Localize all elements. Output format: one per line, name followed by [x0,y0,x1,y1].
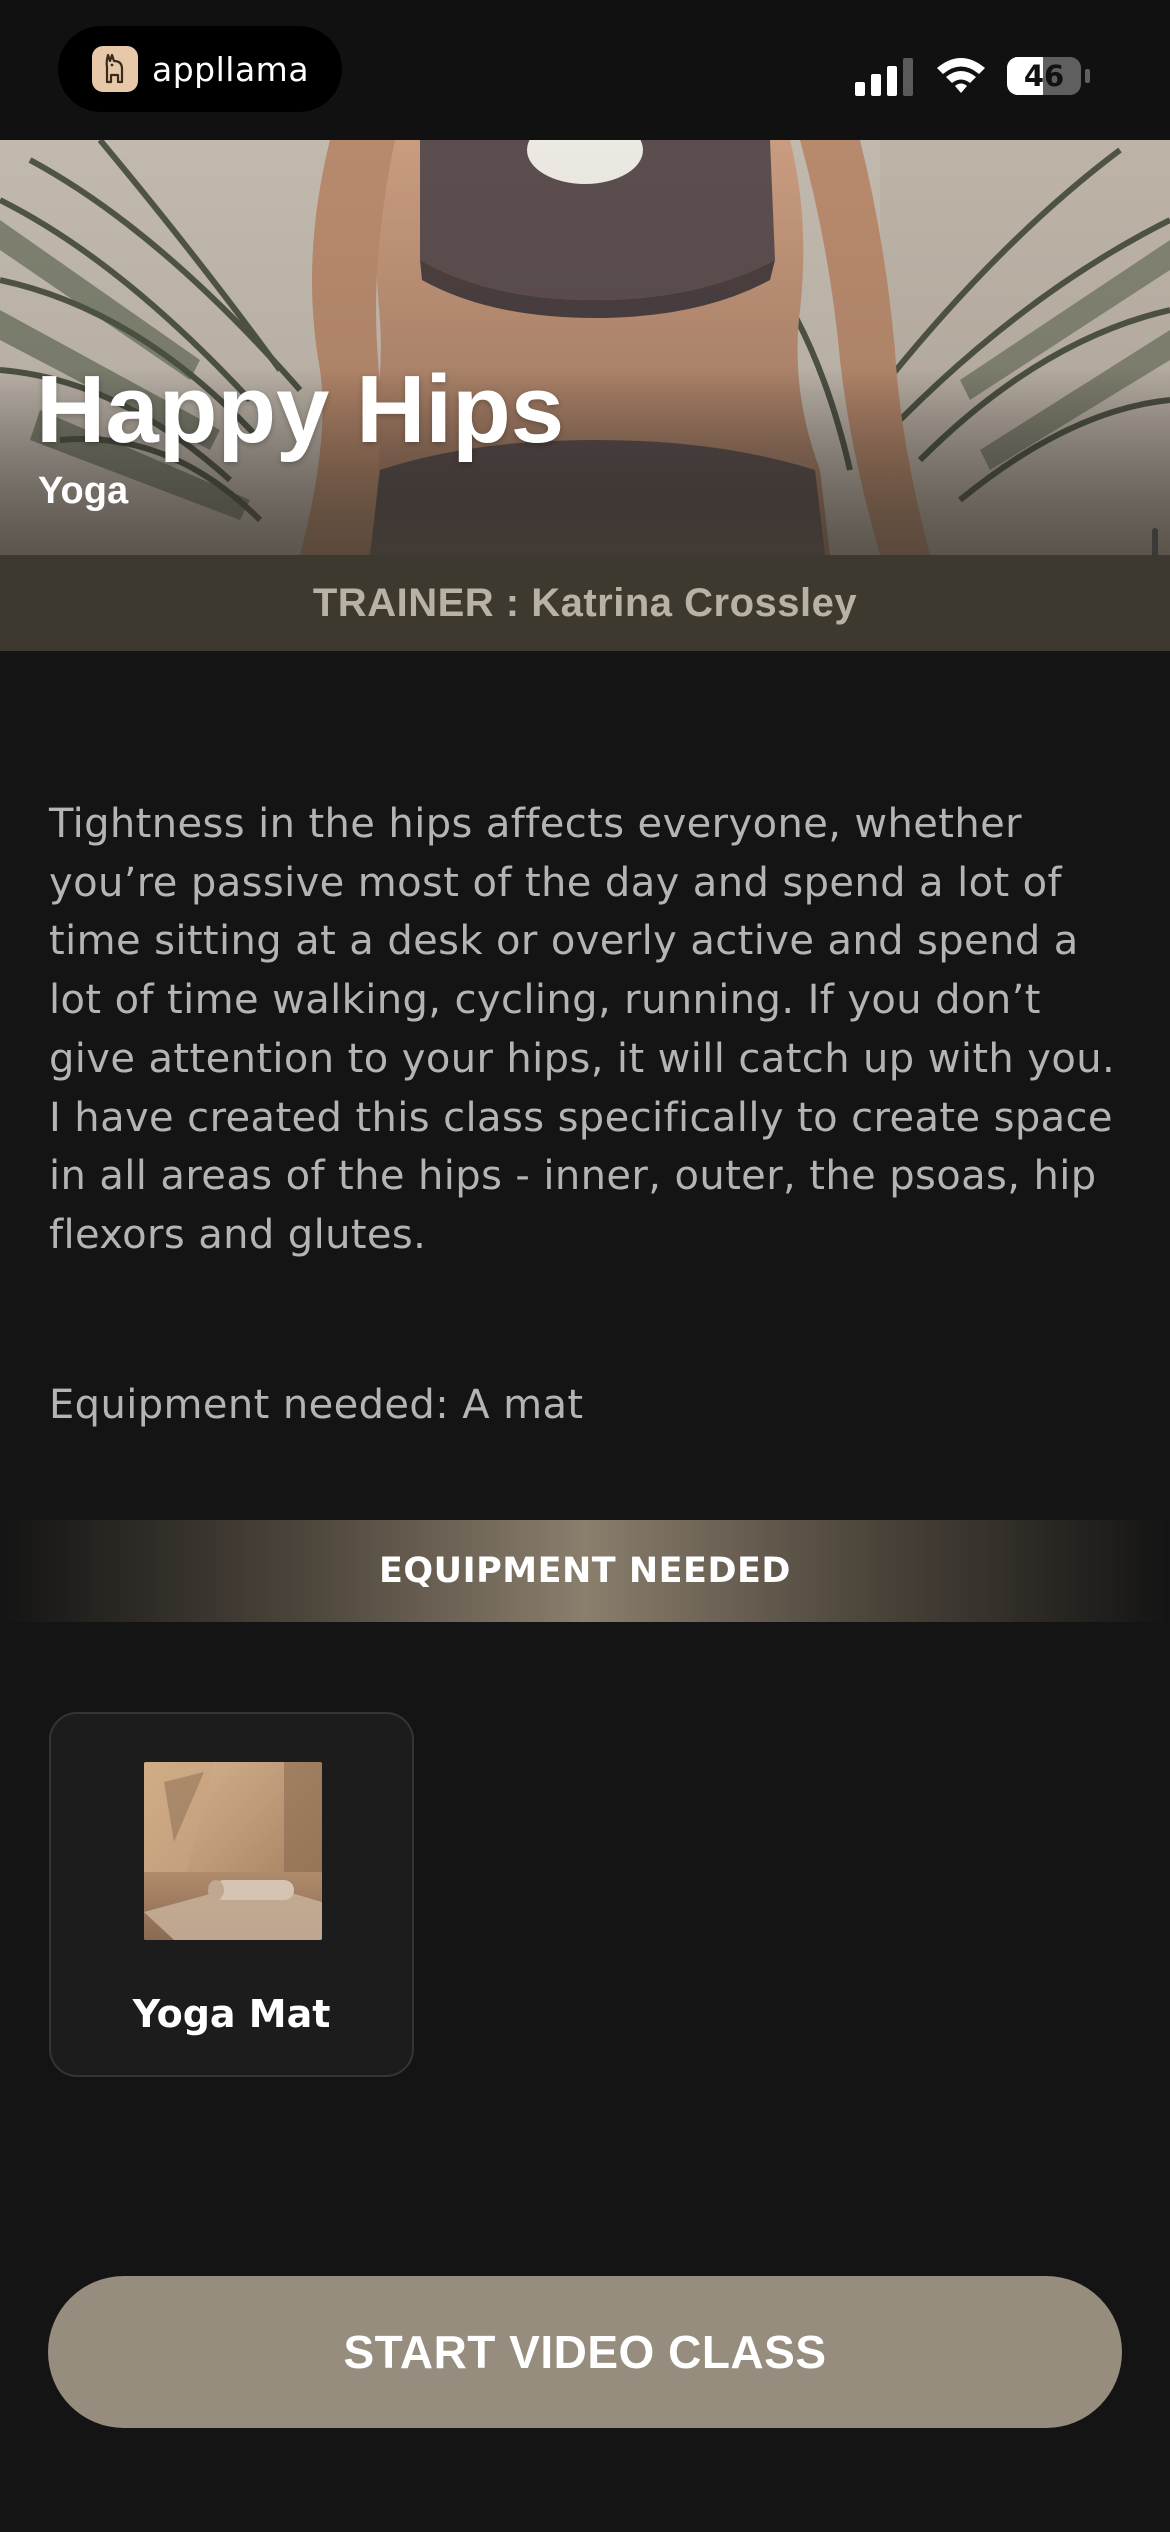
class-hero-banner: Happy Hips Yoga [0,140,1170,555]
equipment-item-label: Yoga Mat [132,1992,331,2036]
trainer-name: TRAINER : Katrina Crossley [312,580,858,625]
app-name: appllama [152,49,310,89]
start-video-class-button[interactable]: START VIDEO CLASS [48,2276,1122,2428]
cellular-signal-icon [855,58,913,96]
battery-level: 46 [1023,59,1065,93]
class-title: Happy Hips [36,356,565,463]
trainer-bar: TRAINER : Katrina Crossley [0,555,1170,651]
equipment-card-yoga-mat[interactable]: Yoga Mat [49,1712,414,2077]
status-bar: appllama 46 [0,0,1170,140]
yoga-mat-image [144,1762,322,1940]
start-video-class-label: START VIDEO CLASS [343,2326,827,2378]
equipment-section-title: EQUIPMENT NEEDED [379,1551,791,1591]
llama-logo-icon [92,46,138,92]
battery-icon: 46 [1006,56,1092,96]
app-indicator-pill[interactable]: appllama [58,26,342,112]
equipment-section-header: EQUIPMENT NEEDED [0,1520,1170,1622]
class-description: Tightness in the hips affects everyone, … [49,801,1116,1258]
wifi-icon [937,58,985,93]
equipment-summary: Equipment needed: A mat [49,1382,584,1428]
class-detail-screen: appllama 46 Happy Hips Yoga TRAINER: Ka… [0,0,1170,2532]
hero-photo [0,140,1170,555]
class-category: Yoga [38,470,129,512]
